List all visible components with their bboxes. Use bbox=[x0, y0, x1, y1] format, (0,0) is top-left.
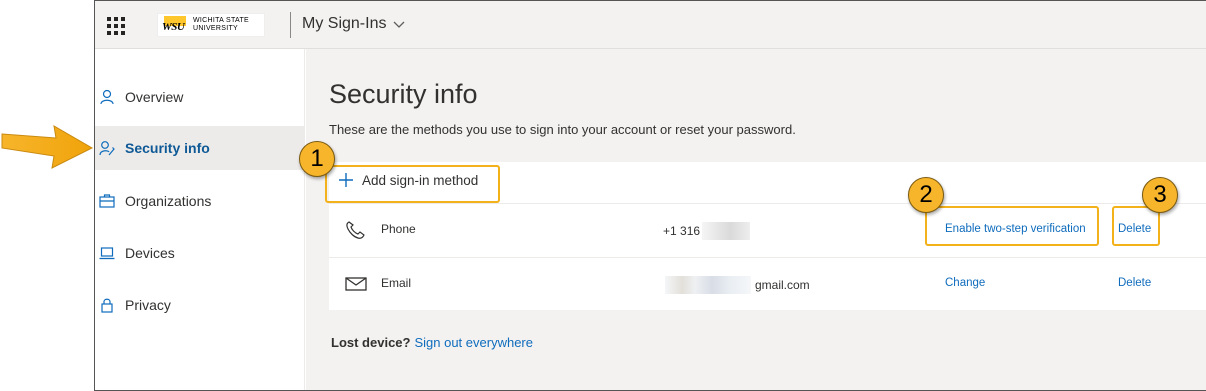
browser-window: WSU WICHITA STATE UNIVERSITY My Sign-Ins… bbox=[94, 0, 1206, 391]
person-key-icon bbox=[99, 140, 115, 156]
callout-badge-3: 3 bbox=[1142, 177, 1178, 213]
sign-out-everywhere-link[interactable]: Sign out everywhere bbox=[414, 335, 533, 350]
callout-badge-1: 1 bbox=[299, 141, 335, 177]
page-subtitle: These are the methods you use to sign in… bbox=[329, 122, 796, 137]
redacted-block bbox=[702, 222, 751, 240]
sidebar-item-overview[interactable]: Overview bbox=[95, 75, 305, 119]
top-bar: WSU WICHITA STATE UNIVERSITY My Sign-Ins bbox=[95, 1, 1206, 49]
phone-number: +1 316 bbox=[663, 224, 701, 238]
change-email-link[interactable]: Change bbox=[945, 277, 985, 289]
sidebar-item-label: Organizations bbox=[125, 193, 212, 209]
method-name: Phone bbox=[381, 222, 416, 236]
app-title: My Sign-Ins bbox=[302, 15, 387, 32]
sidebar-item-label: Overview bbox=[125, 89, 184, 105]
sidebar-item-organizations[interactable]: Organizations bbox=[95, 179, 305, 223]
logo-text: WICHITA STATE UNIVERSITY bbox=[193, 17, 250, 32]
delete-email-link[interactable]: Delete bbox=[1118, 277, 1151, 289]
wsu-logo-mark: WSU bbox=[162, 16, 190, 34]
method-row-email: Email gmail.com Change Delete bbox=[329, 258, 1206, 310]
person-icon bbox=[99, 89, 115, 105]
phone-icon bbox=[346, 221, 365, 239]
screenshot-root: WSU WICHITA STATE UNIVERSITY My Sign-Ins… bbox=[0, 0, 1206, 391]
sidebar-item-security-info[interactable]: Security info bbox=[95, 126, 305, 170]
header-divider bbox=[290, 12, 291, 38]
method-value: +1 316 bbox=[663, 222, 751, 240]
sidebar-item-label: Security info bbox=[125, 140, 210, 156]
left-navigation: Overview Security info Organizations Dev… bbox=[95, 49, 305, 390]
lock-icon bbox=[99, 297, 115, 313]
chevron-down-icon bbox=[394, 21, 405, 28]
organization-logo[interactable]: WSU WICHITA STATE UNIVERSITY bbox=[157, 13, 265, 37]
highlight-delete bbox=[1112, 206, 1160, 246]
sidebar-item-label: Privacy bbox=[125, 297, 171, 313]
highlight-two-step bbox=[925, 206, 1099, 246]
briefcase-icon bbox=[99, 193, 115, 209]
highlight-add-method bbox=[325, 165, 500, 203]
app-launcher-icon[interactable] bbox=[105, 15, 125, 35]
pointer-arrow-icon bbox=[1, 125, 94, 169]
lost-device-row: Lost device? Sign out everywhere bbox=[331, 335, 533, 350]
method-name: Email bbox=[381, 276, 412, 290]
email-domain: gmail.com bbox=[755, 278, 810, 292]
lost-device-label: Lost device? bbox=[331, 335, 411, 350]
page-title: Security info bbox=[329, 79, 478, 109]
callout-badge-2: 2 bbox=[908, 177, 944, 213]
sidebar-item-label: Devices bbox=[125, 245, 175, 261]
redacted-block bbox=[665, 276, 751, 294]
method-value: gmail.com bbox=[663, 276, 810, 294]
mail-icon bbox=[345, 277, 367, 291]
sidebar-item-devices[interactable]: Devices bbox=[95, 231, 305, 275]
app-title-menu[interactable]: My Sign-Ins bbox=[302, 15, 406, 33]
sidebar-item-privacy[interactable]: Privacy bbox=[95, 283, 305, 327]
laptop-icon bbox=[99, 245, 115, 261]
